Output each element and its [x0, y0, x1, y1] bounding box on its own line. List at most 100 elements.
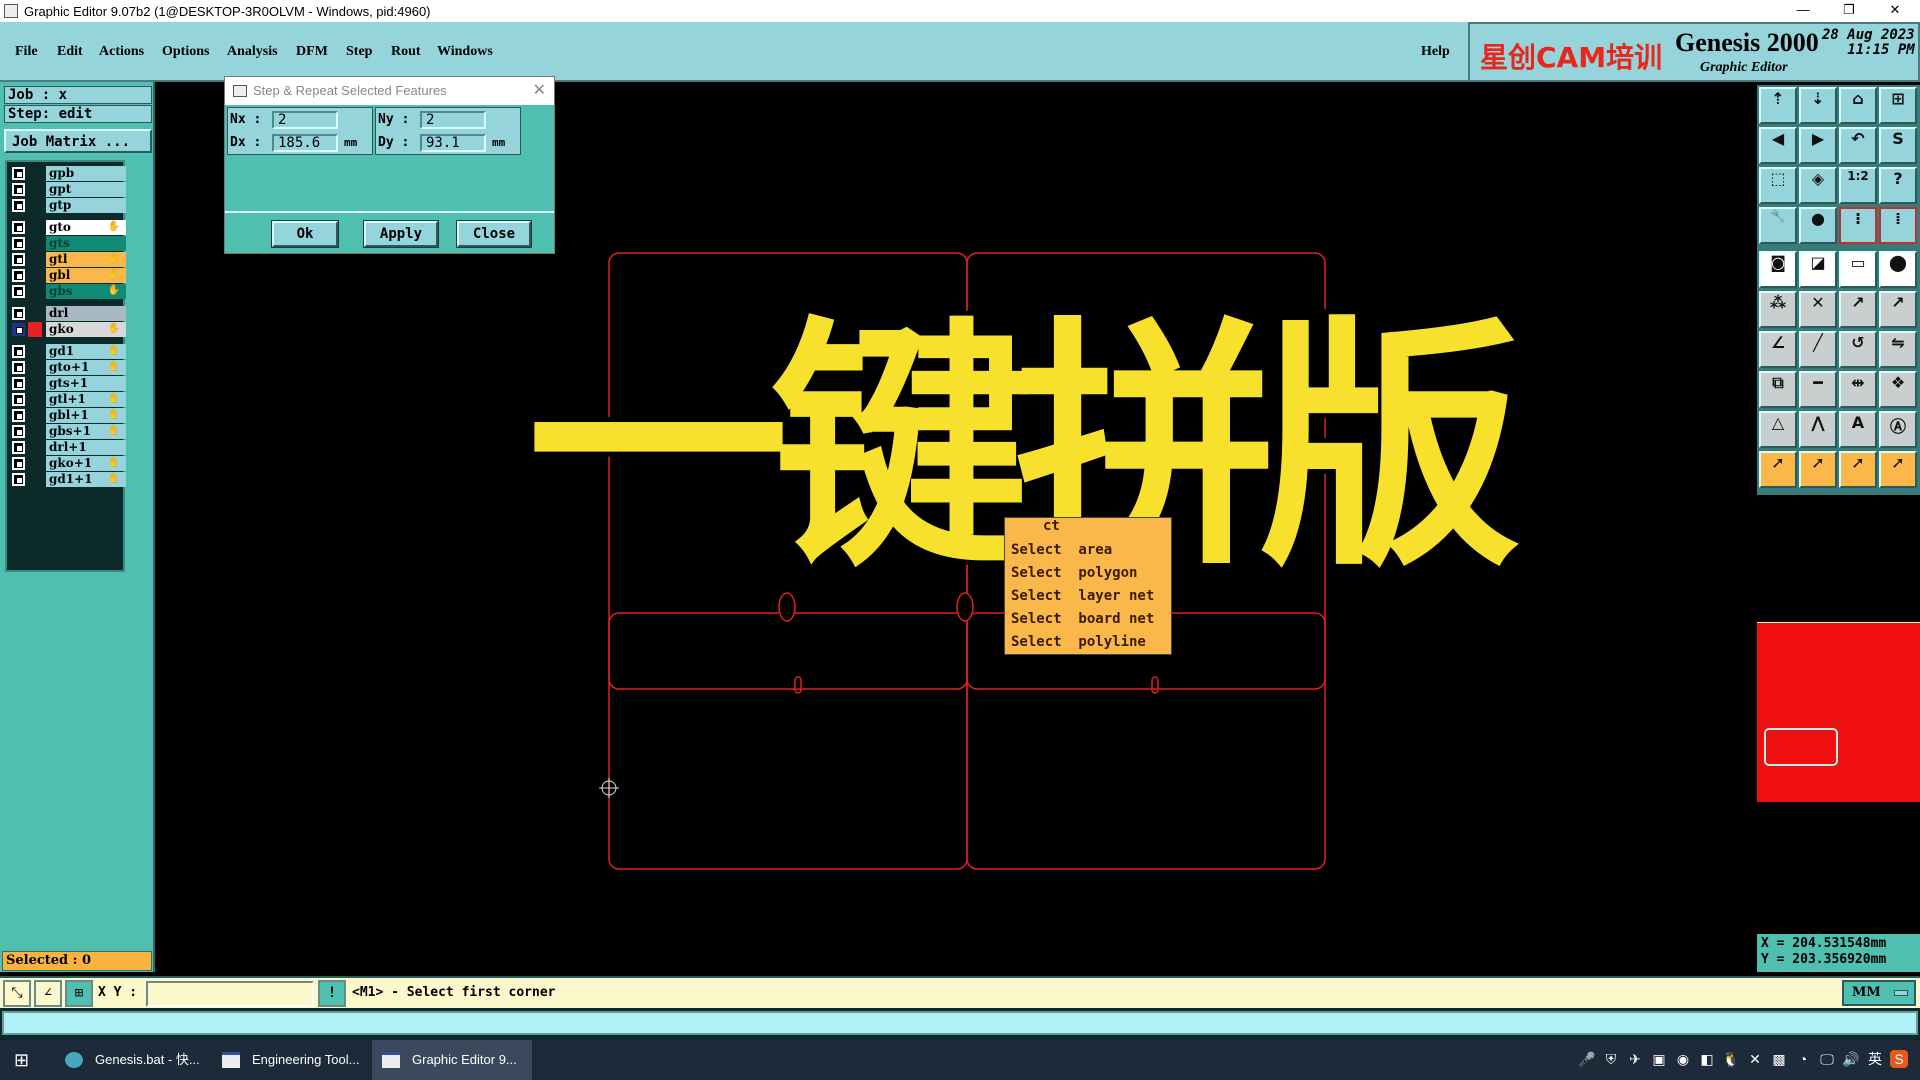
layer-checkbox[interactable] [12, 323, 25, 336]
microphone-icon[interactable]: 🎤 [1578, 1050, 1596, 1068]
x-icon[interactable]: ✕ [1746, 1050, 1764, 1068]
net2-icon[interactable]: ⁞ [1879, 207, 1917, 244]
net-icon[interactable]: ⁝ [1839, 207, 1877, 244]
layer-row-gbs+1[interactable]: gbs+1 ✋ [10, 424, 126, 439]
dy-input[interactable]: 93.1 [420, 134, 486, 152]
tools-icon[interactable]: 🔧 [1759, 207, 1797, 244]
qq-icon[interactable]: 🐧 [1722, 1050, 1740, 1068]
layer-name[interactable]: gts+1 [46, 376, 126, 391]
layer-checkbox[interactable] [12, 237, 25, 250]
select-net-icon[interactable]: ➚ [1879, 451, 1917, 488]
menu-item-partial[interactable]: ct [1005, 519, 1171, 539]
close-window-button[interactable]: ✕ [1872, 0, 1918, 22]
menu-options[interactable]: Options [162, 44, 209, 60]
menu-item-select-board-net[interactable]: Select board net [1005, 608, 1171, 631]
layer-checkbox[interactable] [12, 307, 25, 320]
layer-checkbox[interactable] [12, 377, 25, 390]
menu-actions[interactable]: Actions [99, 44, 144, 60]
menu-help[interactable]: Help [1421, 44, 1450, 60]
layer-row-gbs[interactable]: gbs ✋ [10, 284, 126, 299]
layer-checkbox[interactable] [12, 473, 25, 486]
home-icon[interactable]: ⌂ [1839, 87, 1877, 124]
job-matrix-button[interactable]: Job Matrix ... [4, 129, 152, 153]
menu-file[interactable]: File [15, 44, 38, 60]
ime-icon[interactable]: 英 [1866, 1050, 1884, 1068]
grid-snap-icon[interactable]: ⊞ [65, 980, 93, 1007]
layer-row-gtp[interactable]: gtp [10, 198, 126, 213]
snake-icon[interactable]: S [1879, 127, 1917, 164]
layer-name[interactable]: gpt [46, 182, 126, 197]
grid-xy-icon[interactable]: ⊞ [1879, 87, 1917, 124]
menu-step[interactable]: Step [346, 44, 372, 60]
snap-icon[interactable]: ● [1799, 207, 1837, 244]
maximize-button[interactable]: ❐ [1826, 0, 1872, 22]
scale-icon[interactable]: 1:2 [1839, 167, 1877, 204]
apply-button[interactable]: Apply [363, 220, 439, 248]
menu-item-select-polyline[interactable]: Select polyline [1005, 631, 1171, 654]
windows-start-icon[interactable]: ⊞ [14, 1050, 29, 1071]
copy-icon[interactable]: ↗ [1879, 291, 1917, 328]
triangle-icon[interactable]: △ [1759, 411, 1797, 448]
ok-button[interactable]: Ok [271, 220, 339, 248]
undo-zoom-icon[interactable]: ↶ [1839, 127, 1877, 164]
zoom-box-icon[interactable]: ⤡ [3, 980, 31, 1007]
layer-row-gd1+1[interactable]: gd1+1 ✋ [10, 472, 126, 487]
layer-row-gts[interactable]: gts [10, 236, 126, 251]
record-icon[interactable]: ◉ [1674, 1050, 1692, 1068]
speaker-tool-icon[interactable]: ◔ [1794, 1050, 1812, 1068]
layer-row-gd1[interactable]: gd1 ✋ [10, 344, 126, 359]
open-icon[interactable]: ⇡ [1759, 87, 1797, 124]
app-icon[interactable]: ✈ [1626, 1050, 1644, 1068]
layer-row-gbl[interactable]: gbl ✋ [10, 268, 126, 283]
task-genesis-bat[interactable]: Genesis.bat - 快... [55, 1040, 205, 1080]
layer-row-drl+1[interactable]: drl+1 [10, 440, 126, 455]
layer-checkbox[interactable] [12, 199, 25, 212]
close-button[interactable]: Close [456, 220, 532, 248]
spacing-icon[interactable]: ⇹ [1839, 371, 1877, 408]
merge-icon[interactable]: ❖ [1879, 371, 1917, 408]
layer-name[interactable]: gts [46, 236, 126, 251]
menu-item-select-polygon[interactable]: Select polygon [1005, 562, 1171, 585]
minimize-button[interactable]: — [1780, 0, 1826, 22]
pad-icon[interactable]: ⬤ [1879, 251, 1917, 288]
arc-icon[interactable]: ⋀ [1799, 411, 1837, 448]
layer-checkbox[interactable] [12, 285, 25, 298]
layer-checkbox[interactable] [12, 425, 25, 438]
pan-right-icon[interactable]: ▶ [1799, 127, 1837, 164]
ny-input[interactable]: 2 [420, 111, 486, 129]
save-icon[interactable]: ⇣ [1799, 87, 1837, 124]
layer-checkbox[interactable] [12, 345, 25, 358]
layer-row-gko[interactable]: gko ✋ [10, 322, 126, 337]
units-dropdown[interactable]: MM [1842, 980, 1916, 1006]
layer-row-gko+1[interactable]: gko+1 ✋ [10, 456, 126, 471]
overview-map[interactable] [1757, 495, 1920, 622]
angle-icon[interactable]: ∠ [1759, 331, 1797, 368]
layer-checkbox[interactable] [12, 269, 25, 282]
angle-snap-icon[interactable]: ∠ [34, 980, 62, 1007]
nx-input[interactable]: 2 [272, 111, 338, 129]
zoom-center-icon[interactable]: ◈ [1799, 167, 1837, 204]
menu-dfm[interactable]: DFM [296, 44, 328, 60]
sogou-icon[interactable]: S [1890, 1050, 1908, 1068]
layer-name[interactable]: drl+1 [46, 440, 126, 455]
layer-row-drl[interactable]: drl [10, 306, 126, 321]
measure-icon[interactable]: ▭ [1839, 251, 1877, 288]
network-icon[interactable]: 🖵 [1818, 1050, 1836, 1068]
layer-checkbox[interactable] [12, 253, 25, 266]
feature-info-icon[interactable]: ◙ [1759, 251, 1797, 288]
layer-name[interactable]: gtp [46, 198, 126, 213]
layer-checkbox[interactable] [12, 393, 25, 406]
zoom-fit-icon[interactable]: ⬚ [1759, 167, 1797, 204]
arc3-icon[interactable]: Ⓐ [1879, 411, 1917, 448]
layer-checkbox[interactable] [12, 221, 25, 234]
capture-icon[interactable]: ▣ [1650, 1050, 1668, 1068]
delete-icon[interactable]: ✕ [1799, 291, 1837, 328]
task-engineering-tool[interactable]: Engineering Tool... [212, 1040, 362, 1080]
dx-input[interactable]: 185.6 [272, 134, 338, 152]
layer-row-gts+1[interactable]: gts+1 [10, 376, 126, 391]
layer-row-gpt[interactable]: gpt [10, 182, 126, 197]
menu-rout[interactable]: Rout [391, 44, 421, 60]
layer-checkbox[interactable] [12, 441, 25, 454]
pan-left-icon[interactable]: ◀ [1759, 127, 1797, 164]
app-orange-icon[interactable]: ◧ [1698, 1050, 1716, 1068]
